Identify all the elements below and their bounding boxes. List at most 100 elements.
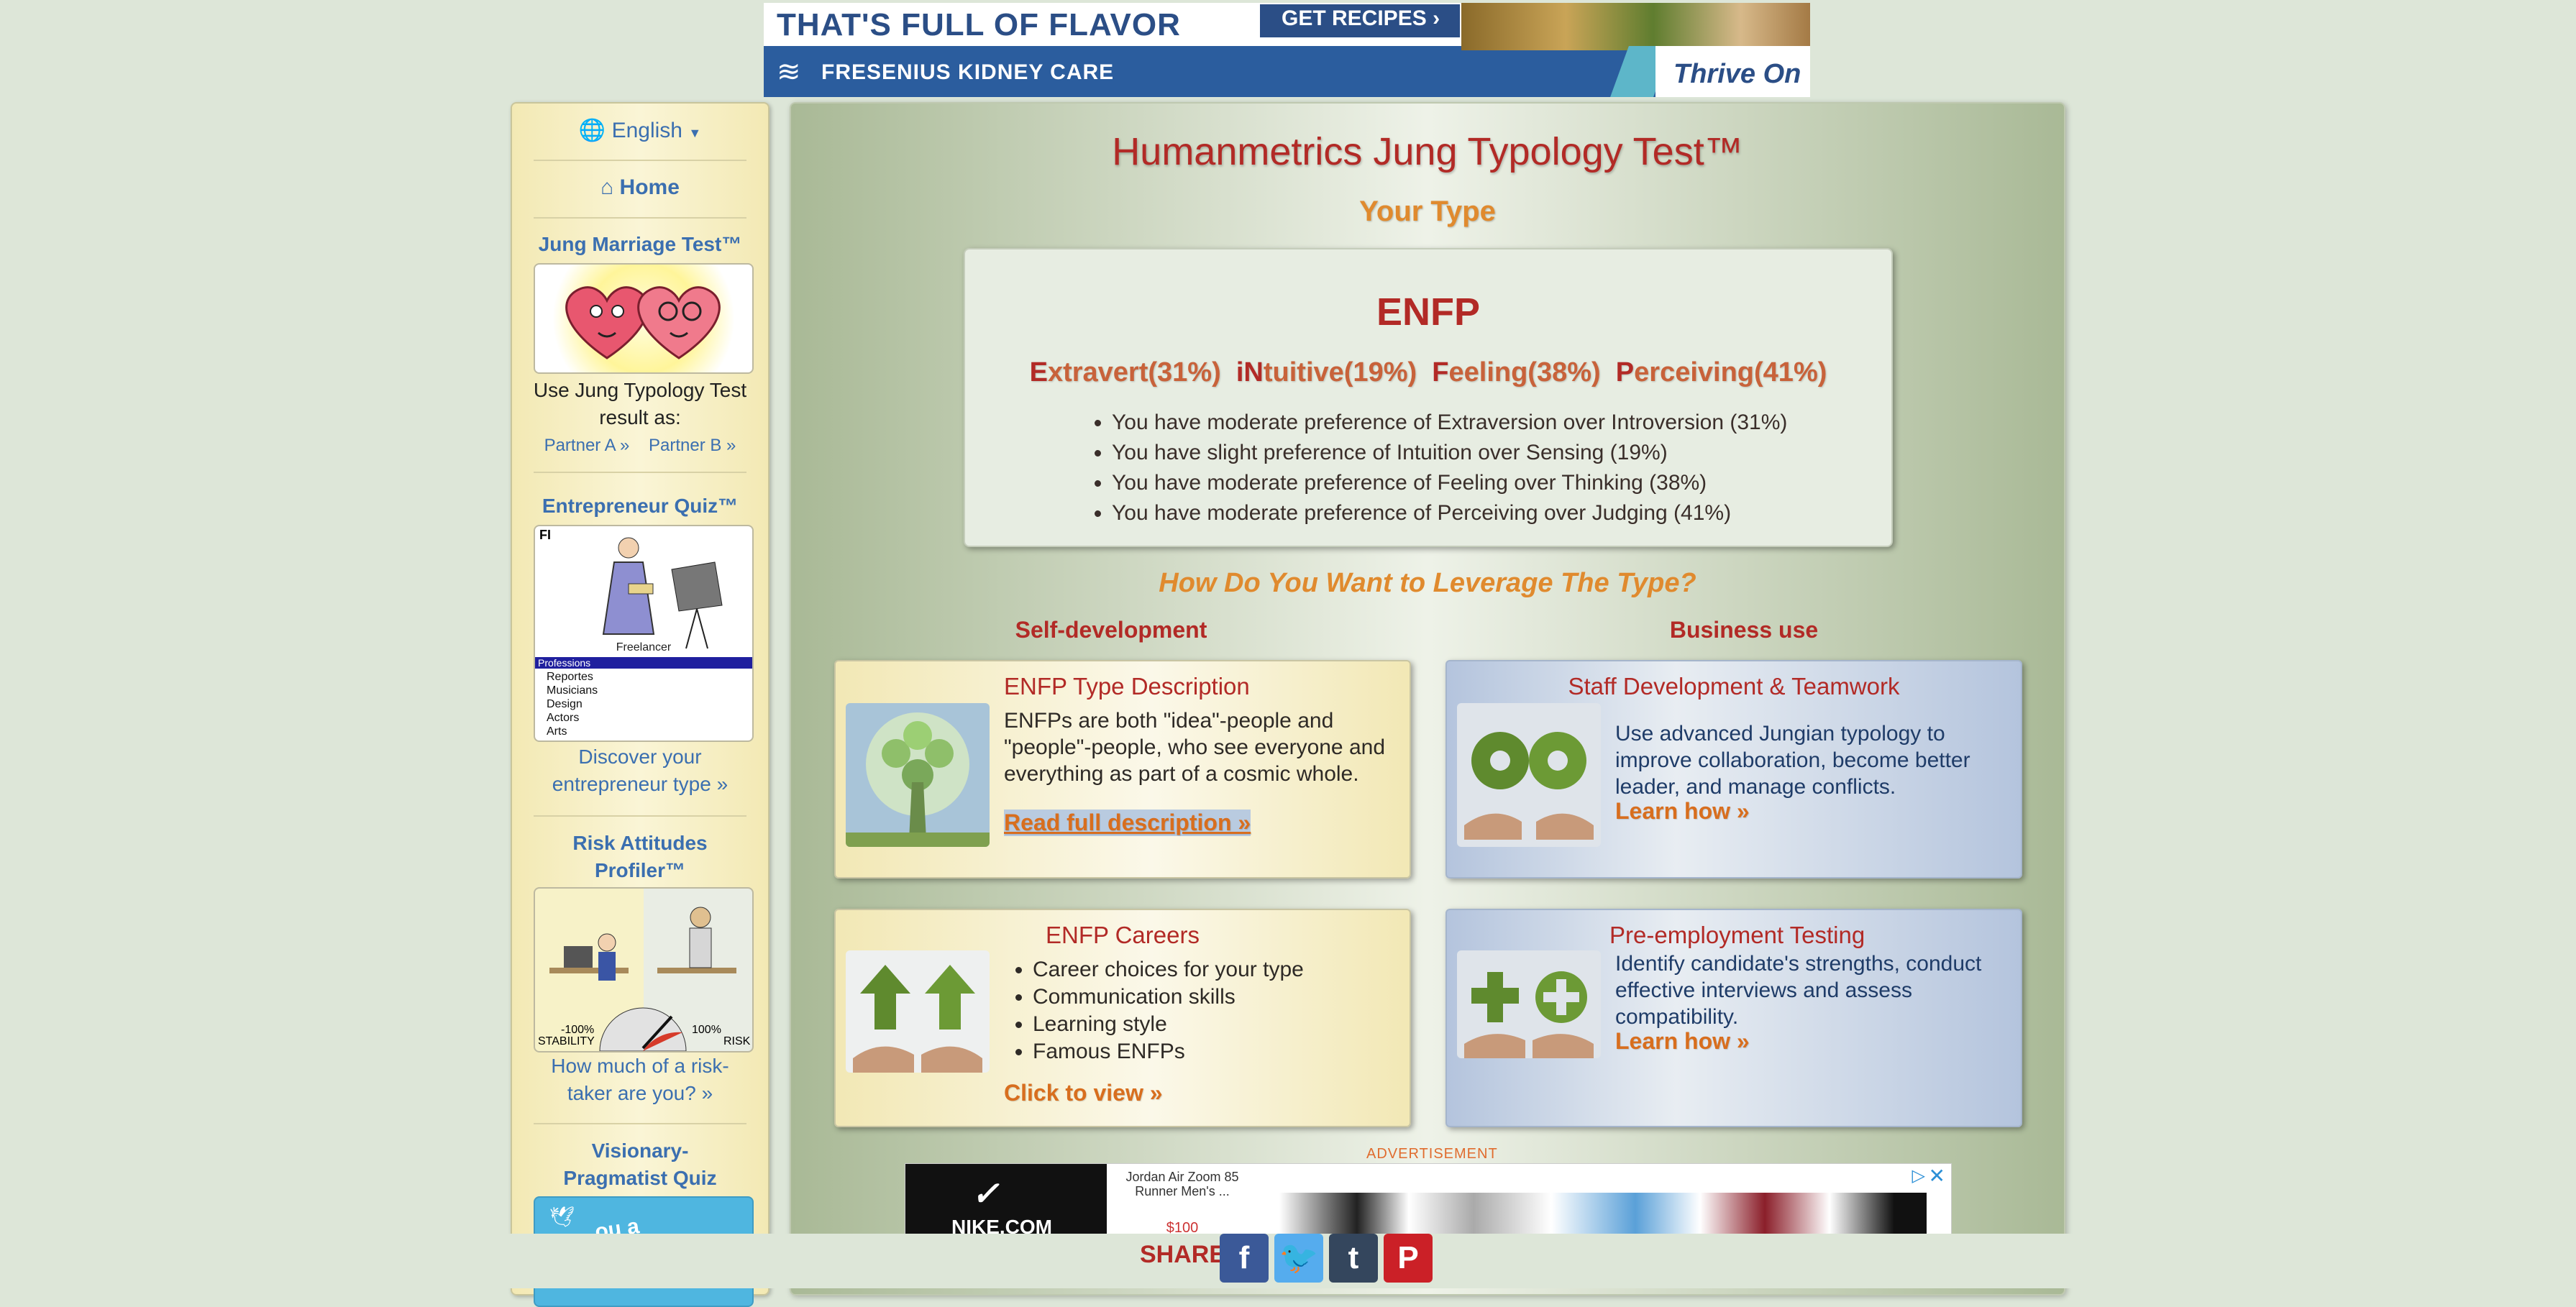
careers-card[interactable]: ENFP Careers Career choices for your typ… [834, 909, 1411, 1127]
risk-profiler-title[interactable]: Risk Attitudes Profiler™ [512, 830, 768, 884]
careers-list-item[interactable]: Communication skills [1033, 983, 1304, 1011]
professions-list-header: Professions [535, 657, 752, 669]
careers-click-to-view-link[interactable]: Click to view » [1004, 1080, 1163, 1106]
partner-links: Partner A » Partner B » [512, 436, 768, 456]
entrepreneur-quiz-title[interactable]: Entrepreneur Quiz™ [512, 495, 768, 518]
get-recipes-button[interactable]: GET RECIPES › [1260, 4, 1460, 37]
adchoices-icon[interactable]: ▷ [1912, 1165, 1925, 1186]
marriage-use-as-text: Use Jung Typology Test result as: [533, 379, 747, 428]
pref-perceiving: Perceiving(41%) [1615, 357, 1827, 387]
staff-development-card[interactable]: Staff Development & Teamwork Use advance… [1445, 660, 2022, 879]
staff-development-text: Use advanced Jungian typology to improve… [1615, 722, 1970, 799]
ad-headline-strip: THAT'S FULL OF FLAVOR GET RECIPES › [764, 3, 1483, 46]
careers-list-item[interactable]: Famous ENFPs [1033, 1038, 1304, 1065]
preference-detail-item: You have slight preference of Intuition … [1112, 438, 1787, 468]
ad-product-strip [1279, 1193, 1927, 1234]
advertisement-label: ADVERTISEMENT [1366, 1146, 1498, 1162]
nike-swoosh-icon: ✓ [972, 1175, 1000, 1212]
visionary-quiz-title[interactable]: Visionary-Pragmatist Quiz [512, 1137, 768, 1192]
gauge-left-label: STABILITY [538, 1035, 595, 1047]
tree-icon [846, 703, 990, 847]
professions-list: Reportes Musicians Design Actors Arts [547, 670, 598, 738]
sidebar: 🌐 English ▼ ⌂ Home Jung Marriage Test™ U… [511, 102, 769, 1307]
puzzle-image [1457, 950, 1601, 1058]
ad-tagline: Thrive On [1673, 59, 1801, 89]
tree-person-image [846, 703, 990, 847]
divider [534, 1123, 746, 1124]
divider [534, 815, 746, 817]
ad-headline: THAT'S FULL OF FLAVOR [777, 7, 1181, 42]
language-selector[interactable]: 🌐 English ▼ [512, 118, 768, 143]
staff-learn-how-link[interactable]: Learn how » [1615, 798, 1750, 825]
pref-feeling: Feeling(38%) [1432, 357, 1601, 387]
profession-item: Arts [547, 725, 567, 738]
pinterest-icon: P [1397, 1240, 1419, 1275]
self-development-heading: Self-development [1015, 617, 1207, 643]
preference-details: You have moderate preference of Extraver… [1095, 408, 1787, 528]
pre-employment-text: Identify candidate's strengths, conduct … [1615, 952, 1982, 1029]
twitter-share-button[interactable]: 🐦 [1274, 1234, 1323, 1283]
divider [534, 217, 746, 219]
home-label: Home [619, 175, 680, 199]
dove-icon: 🕊 [549, 1206, 575, 1228]
entrepreneur-link[interactable]: Discover your entrepreneur type » [512, 743, 768, 798]
home-icon: ⌂ [600, 175, 614, 199]
preference-detail-item: You have moderate preference of Extraver… [1112, 408, 1787, 438]
partner-b-link[interactable]: Partner B » [649, 436, 736, 455]
caret-down-icon: ▼ [688, 126, 702, 140]
plants-image [846, 950, 990, 1073]
chevron-right-icon: › [1433, 6, 1440, 30]
preference-summary: Extravert(31%) iNtuitive(19%) Feeling(38… [965, 357, 1891, 388]
get-recipes-label: GET RECIPES [1282, 6, 1427, 30]
marriage-test-title[interactable]: Jung Marriage Test™ [512, 233, 768, 256]
pre-employment-card[interactable]: Pre-employment Testing Identify candidat… [1445, 909, 2022, 1127]
close-icon[interactable]: ✕ [1929, 1164, 1945, 1188]
careers-list: Career choices for your type Communicati… [1015, 956, 1304, 1065]
type-result-box: ENFP Extravert(31%) iNtuitive(19%) Feeli… [964, 248, 1893, 547]
page-title: Humanmetrics Jung Typology Test™ [1112, 130, 1743, 173]
puzzle-gear-icon [1457, 950, 1601, 1058]
pre-employment-title[interactable]: Pre-employment Testing [1609, 922, 1865, 949]
your-type-heading: Your Type [1359, 196, 1496, 227]
type-description-title[interactable]: ENFP Type Description [1004, 673, 1250, 700]
tumblr-share-button[interactable]: t [1329, 1234, 1378, 1283]
gears-icon [1457, 703, 1601, 847]
fresenius-logo-icon: ≋ [777, 56, 801, 88]
freelancer-figure-icon [602, 537, 723, 649]
careers-title[interactable]: ENFP Careers [836, 922, 1410, 949]
staff-development-title[interactable]: Staff Development & Teamwork [1447, 673, 2021, 700]
profession-item: Musicians [547, 684, 598, 697]
profession-item: Actors [547, 712, 580, 724]
facebook-share-button[interactable]: f [1220, 1234, 1269, 1283]
leverage-question: How Do You Want to Leverage The Type? [1159, 568, 1696, 598]
ad-sponsor: FRESENIUS KIDNEY CARE [821, 60, 1115, 84]
home-link[interactable]: ⌂ Home [512, 175, 768, 200]
tumblr-icon: t [1348, 1240, 1359, 1275]
type-description-text: ENFPs are both "idea"-people and "people… [1004, 709, 1386, 786]
careers-list-item[interactable]: Career choices for your type [1033, 956, 1304, 983]
marriage-test-image[interactable] [534, 263, 754, 374]
pref-intuitive: iNtuitive(19%) [1236, 357, 1417, 387]
food-photo [1461, 3, 1810, 50]
bottom-ad[interactable]: ✓ NIKE.COM Jordan Air Zoom 85 Runner Men… [905, 1163, 1952, 1235]
type-code: ENFP [1376, 290, 1481, 334]
top-banner-ad[interactable]: THAT'S FULL OF FLAVOR GET RECIPES › ≋ FR… [764, 3, 1810, 97]
ad-product-price: $100 [1166, 1220, 1199, 1235]
profession-item: Design [547, 698, 583, 710]
careers-list-item[interactable]: Learning style [1033, 1011, 1304, 1038]
freelancer-label: Freelancer [616, 641, 672, 654]
type-description-card[interactable]: ENFP Type Description ENFPs are both "id… [834, 660, 1411, 879]
risk-link[interactable]: How much of a risk-taker are you? » [512, 1053, 768, 1107]
gauge-right-label: RISK [723, 1035, 751, 1047]
gauge-right-value: 100% [692, 1024, 721, 1036]
pre-employment-learn-how-link[interactable]: Learn how » [1615, 1028, 1750, 1055]
preference-detail-item: You have moderate preference of Feeling … [1112, 468, 1787, 498]
pref-extravert: Extravert(31%) [1029, 357, 1221, 387]
hearts-icon [565, 286, 721, 359]
partner-a-link[interactable]: Partner A » [544, 436, 630, 455]
read-full-description-link[interactable]: Read full description » [1004, 810, 1251, 836]
pinterest-share-button[interactable]: P [1384, 1234, 1433, 1283]
profession-item: Reportes [547, 671, 593, 683]
risk-profiler-image[interactable]: -100% STABILITY 100% RISK [534, 887, 754, 1053]
entrepreneur-quiz-image[interactable]: FI Freelancer Professions Reportes Music… [534, 525, 754, 742]
